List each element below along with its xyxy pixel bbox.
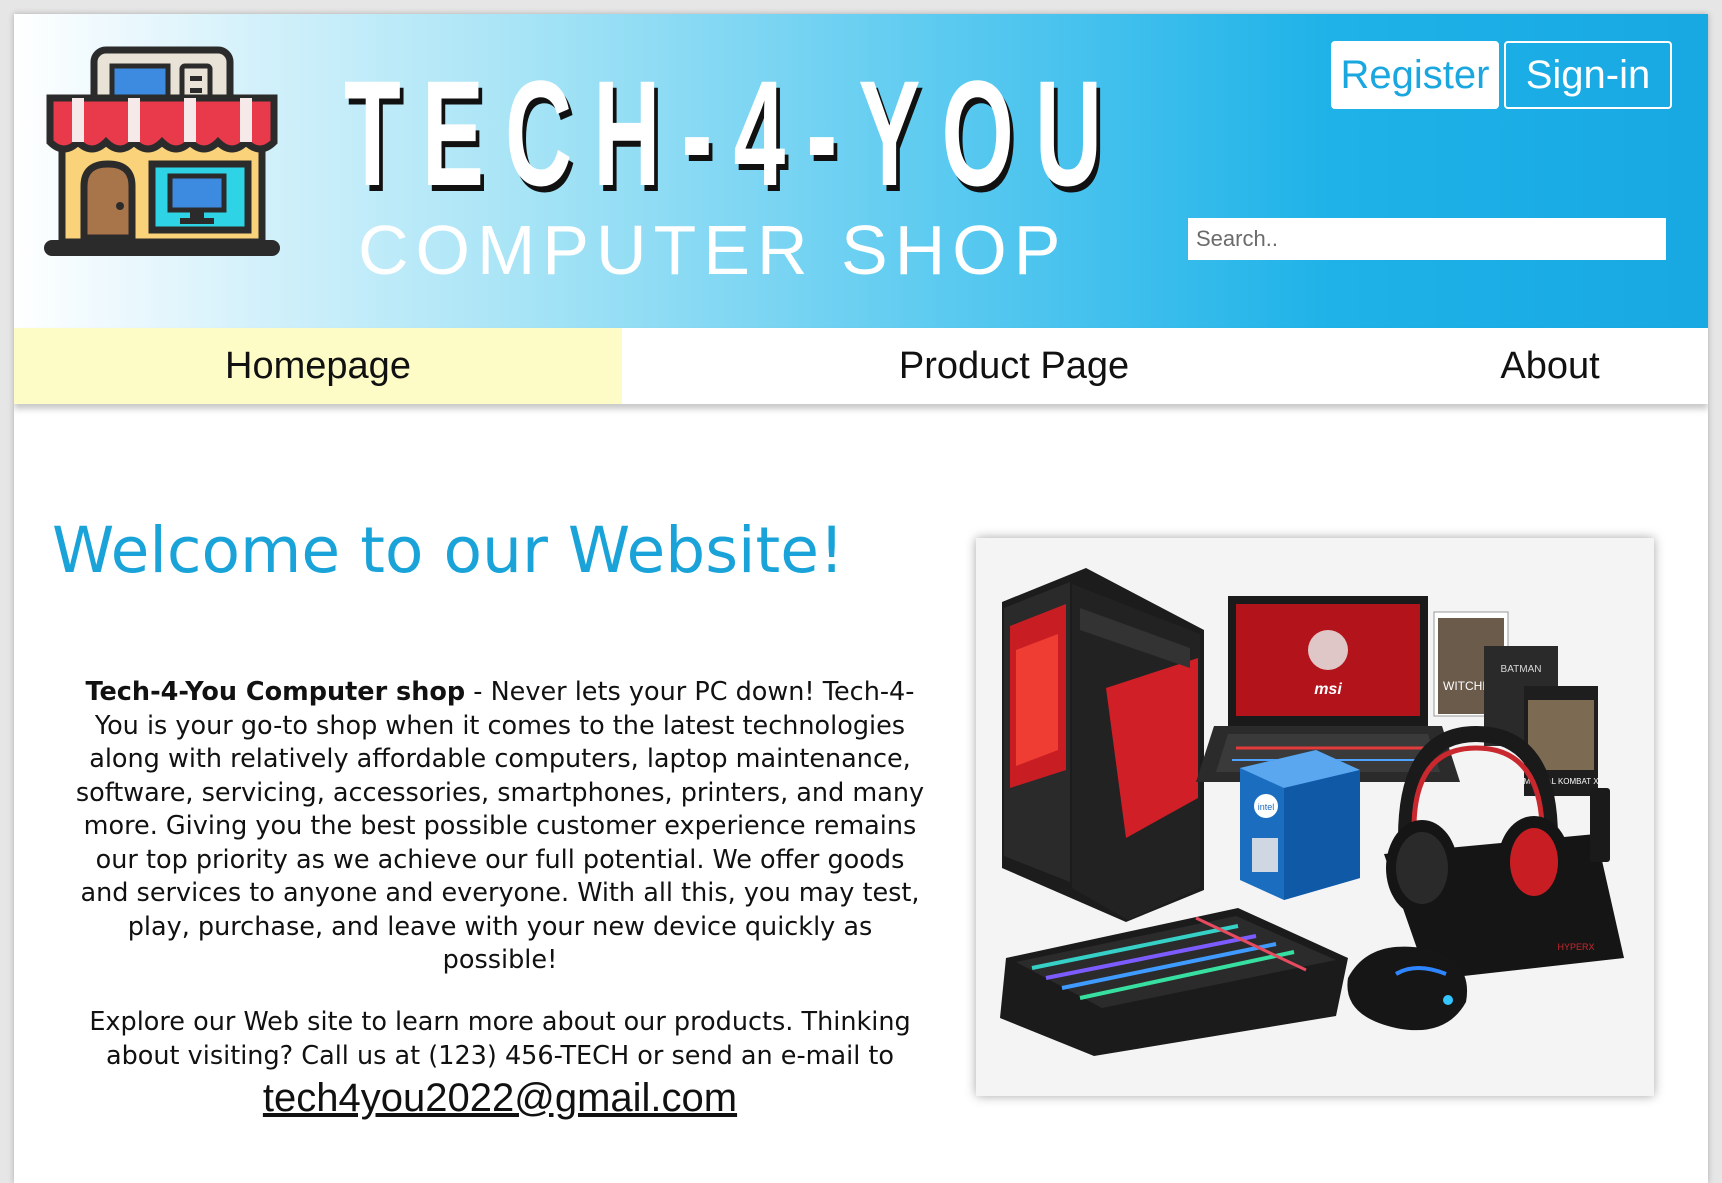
signin-button[interactable]: Sign-in bbox=[1504, 41, 1672, 109]
nav-homepage[interactable]: Homepage bbox=[14, 328, 622, 404]
shop-logo-icon bbox=[44, 46, 280, 256]
brand-tagline: COMPUTER SHOP bbox=[358, 211, 1068, 289]
welcome-heading: Welcome to our Website! bbox=[52, 514, 845, 587]
gaming-mouse-icon bbox=[1347, 946, 1468, 1031]
intro-text: - Never lets your PC down! Tech-4-You is… bbox=[75, 677, 925, 975]
search-input[interactable] bbox=[1188, 218, 1666, 260]
explore-paragraph: Explore our Web site to learn more about… bbox=[89, 1007, 911, 1071]
header-banner: TECH-4-YOU COMPUTER SHOP Register Sign-i… bbox=[14, 14, 1708, 328]
game-boxes: WITCHER BATMAN MORTAL KOMBAT X bbox=[1433, 611, 1599, 796]
intro-paragraph: Tech-4-You Computer shop - Never lets yo… bbox=[70, 676, 930, 978]
brand-title: TECH-4-YOU bbox=[344, 49, 1124, 217]
intro-shop-name: Tech-4-You Computer shop bbox=[85, 677, 466, 707]
nav-product-page[interactable]: Product Page bbox=[774, 328, 1254, 404]
product-collage: msi WITCHER BATMAN MORTAL KOMBAT X intel… bbox=[1000, 568, 1624, 1056]
gaming-pc-tower-icon bbox=[1002, 568, 1204, 922]
keyboard-icon bbox=[1000, 908, 1348, 1056]
page: TECH-4-YOU COMPUTER SHOP Register Sign-i… bbox=[14, 14, 1708, 1183]
cpu-brand-label: intel bbox=[1258, 802, 1275, 812]
intel-cpu-box-icon: intel bbox=[1240, 750, 1360, 900]
usb-drive-icon bbox=[1590, 788, 1610, 862]
game-title-batman: BATMAN bbox=[1501, 664, 1542, 675]
nav-about[interactable]: About bbox=[1434, 328, 1666, 404]
main-nav: Homepage Product Page About bbox=[14, 328, 1708, 404]
register-button[interactable]: Register bbox=[1331, 41, 1499, 109]
product-showcase-image: msi WITCHER BATMAN MORTAL KOMBAT X intel… bbox=[976, 538, 1654, 1096]
laptop-brand-label: msi bbox=[1314, 681, 1342, 698]
email-link[interactable]: tech4you2022@gmail.com bbox=[70, 1074, 930, 1122]
headset-brand-label: HYPERX bbox=[1557, 942, 1594, 952]
